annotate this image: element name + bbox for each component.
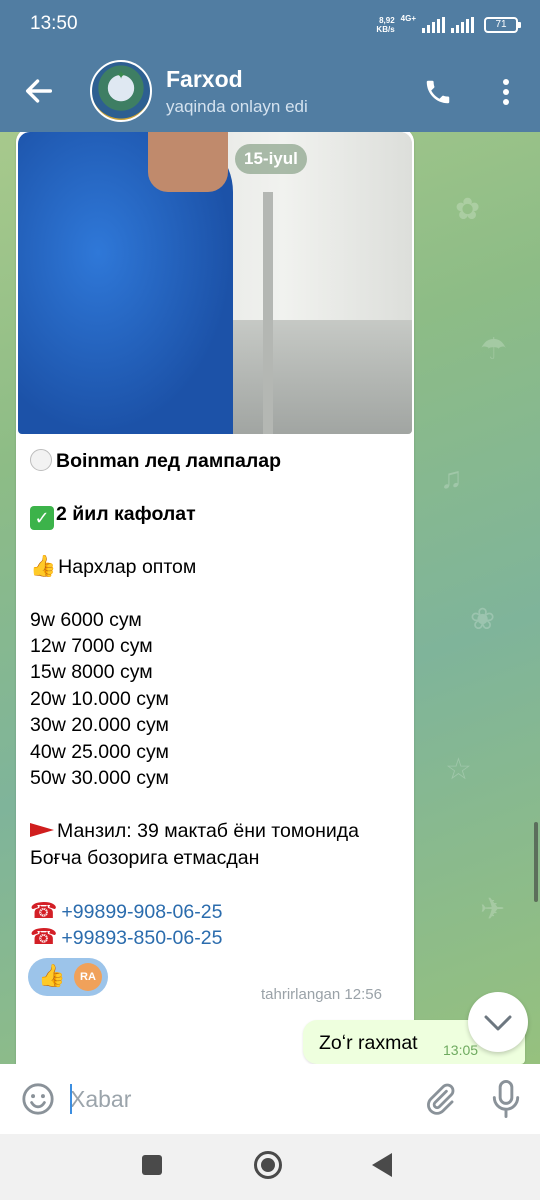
contact-status: yaqinda onlayn edi (166, 97, 308, 116)
price-line: 20w 10.000 сум (30, 688, 169, 710)
chevron-down-icon (484, 1015, 512, 1031)
back-triangle-icon[interactable] (372, 1153, 392, 1177)
status-bar: 13:50 8,92 KB/s 4G+ 71 (0, 0, 540, 50)
microphone-icon[interactable] (491, 1080, 521, 1118)
avatar[interactable]: ✦ (90, 60, 152, 122)
white-circle-icon (30, 449, 52, 471)
address-line-2: Боғча бозорига етмасдан (30, 847, 260, 869)
thumbs-up-icon: 👍 (38, 963, 66, 988)
network-type: 4G+ (400, 14, 416, 23)
wallpaper-doodle: ♫ (440, 462, 463, 495)
wallpaper-doodle: ❀ (470, 603, 496, 636)
status-icons: 8,92 KB/s 4G+ 71 (376, 12, 521, 38)
message-input[interactable] (70, 1080, 400, 1118)
price-line: 40w 25.000 сум (30, 741, 169, 763)
recents-icon[interactable] (142, 1155, 162, 1175)
price-line: 30w 20.000 сум (30, 714, 169, 736)
paperclip-icon[interactable] (423, 1081, 457, 1117)
text-caret (70, 1084, 72, 1114)
date-chip: 15-iyul (235, 144, 307, 174)
arrow-left-icon[interactable] (22, 74, 56, 108)
phone-link-2[interactable]: +99893-850-06-25 (61, 927, 222, 949)
thumbs-up-icon: 👍 (30, 555, 57, 578)
outgoing-message-text: Zoʻr raxmat (319, 1032, 418, 1054)
home-icon[interactable] (254, 1151, 282, 1179)
signal-icon-2 (451, 17, 474, 33)
telephone-icon: ☎ (30, 898, 58, 923)
reaction-avatar: RA (74, 963, 102, 991)
triangular-flag-icon (30, 823, 54, 837)
battery-icon: 71 (484, 17, 521, 33)
price-line: 50w 30.000 сум (30, 767, 169, 789)
message-line-warranty: ✓ 2 йил кафолат (30, 501, 196, 530)
signal-icon (422, 17, 445, 33)
price-line: 12w 7000 сум (30, 635, 153, 657)
emoji-icon[interactable] (21, 1082, 55, 1116)
phone-icon[interactable] (423, 77, 453, 107)
wallpaper-doodle: ☆ (445, 753, 472, 786)
message-photo[interactable] (18, 132, 412, 434)
contact-name[interactable]: Farxod (166, 66, 243, 93)
reaction-chip[interactable]: 👍 RA (28, 958, 108, 996)
message-input-bar (0, 1064, 540, 1134)
message-line-prices-header: 👍 Нархлар оптом (30, 554, 196, 581)
chat-area[interactable]: ✿ ☂ ♫ ❀ ☆ ✈ ❁ ☀ 15-iyul Boinman лед ламп… (0, 132, 540, 1064)
wallpaper-doodle: ✿ (455, 193, 481, 226)
more-vertical-icon[interactable] (495, 77, 517, 107)
phone-link-1[interactable]: +99899-908-06-25 (61, 901, 222, 923)
network-speed: 8,92 KB/s (376, 16, 395, 34)
system-navigation-bar (0, 1134, 540, 1200)
phone-line-2: ☎ +99893-850-06-25 (30, 924, 222, 952)
telephone-icon: ☎ (30, 924, 58, 949)
price-line: 9w 6000 сум (30, 609, 142, 631)
wallpaper-doodle: ☂ (480, 333, 507, 366)
chat-header: ✦ Farxod yaqinda onlayn edi (0, 50, 540, 132)
phone-line-1: ☎ +99899-908-06-25 (30, 898, 222, 926)
wallpaper-doodle: ✈ (480, 893, 506, 926)
message-edited-time: tahrirlangan 12:56 (261, 986, 382, 1003)
message-line-product: Boinman лед лампалар (30, 448, 281, 475)
address-line-1: Манзил: 39 мактаб ёни томонида (30, 818, 359, 845)
price-line: 15w 8000 сум (30, 661, 153, 683)
check-mark-icon: ✓ (30, 506, 54, 530)
scrollbar[interactable] (534, 822, 538, 902)
scroll-down-button[interactable] (468, 992, 528, 1052)
status-time: 13:50 (30, 13, 78, 34)
